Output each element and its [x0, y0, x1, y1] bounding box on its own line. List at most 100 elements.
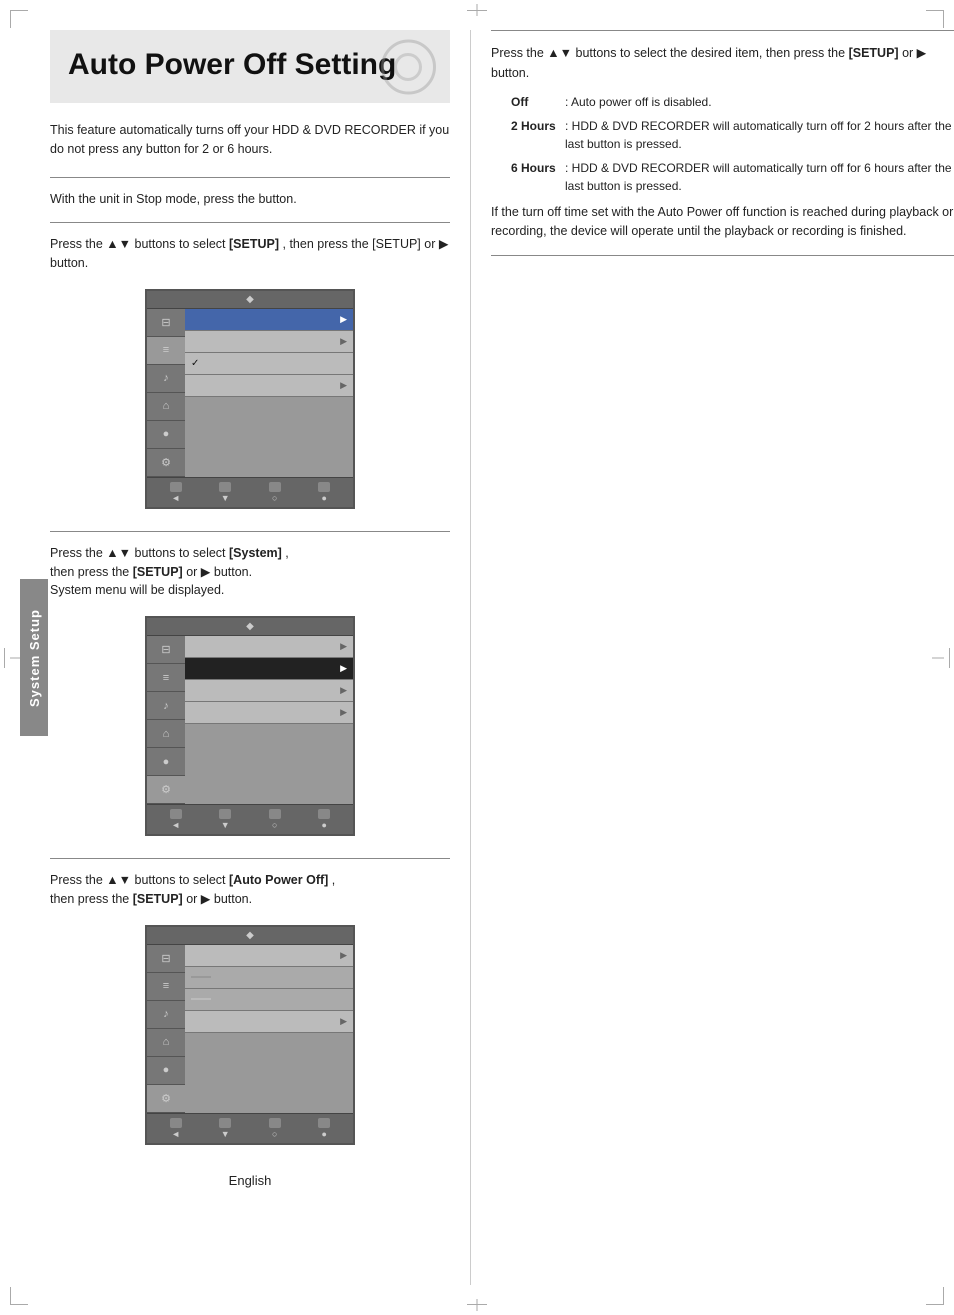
divider-1 [50, 177, 450, 178]
step-2-text4: [SETUP] [372, 237, 421, 251]
step-3-text3: then press the [50, 565, 129, 579]
right-note: If the turn off time set with the Auto P… [491, 203, 954, 241]
step-2-text2: [SETUP] [229, 237, 279, 251]
menu-row-3-1: ▶ [185, 945, 353, 967]
step-4-bold: [Auto Power Off] [229, 873, 328, 887]
menu-arrow-1-2: ▶ [340, 336, 347, 347]
menu-row-1-1: ▶ [185, 309, 353, 331]
corner-mark-tl [10, 10, 28, 28]
menu-footer-item-3: ○ [269, 482, 281, 503]
menu-screen-2: ◆ ⊟ ≡ ♪ ⌂ ● ⚙ [145, 616, 355, 836]
menu-footer-icon-2 [219, 482, 231, 492]
menu-footer-3: ◄ ▼ ○ ● [147, 1113, 353, 1143]
crosshair-mid-v [4, 648, 5, 668]
menu-body-1: ⊟ ≡ ♪ ⌂ ● ⚙ ▶ [147, 309, 353, 477]
right-step5-text: Press the ▲▼ buttons to select the desir… [491, 43, 954, 83]
menu-footer-icon-4 [318, 482, 330, 492]
menu-sidebar-3-item-4: ⌂ [147, 1029, 185, 1057]
step-4-text1: Press the ▲▼ buttons to select [50, 873, 226, 887]
menu-footer-3-item-3: ○ [269, 1118, 281, 1139]
step-3-bold2: [SETUP] [133, 565, 183, 579]
menu-sidebar-2-item-4: ⌂ [147, 720, 185, 748]
step-3-block: Press the ▲▼ buttons to select [System] … [50, 544, 450, 844]
menu-footer-2-item-3: ○ [269, 809, 281, 830]
menu-sidebar-3-item-1: ⊟ [147, 945, 185, 973]
option-2hr-row: 2 Hours : HDD & DVD RECORDER will automa… [511, 117, 954, 153]
page-title: Auto Power Off Setting [68, 48, 432, 81]
step-2-text3: , then press the [283, 237, 369, 251]
option-off-desc: : Auto power off is disabled. [565, 93, 712, 111]
divider-2 [50, 222, 450, 223]
step-2-text: Press the ▲▼ buttons to select [SETUP] ,… [50, 235, 450, 273]
menu-main-1: ▶ ▶ ✓ [185, 309, 353, 477]
menu-main-2: ▶ ▶ ▶ [185, 636, 353, 804]
corner-mark-bl [10, 1287, 28, 1305]
title-circle-inner-decoration [394, 53, 422, 81]
menu-row-2-2: ▶ [185, 658, 353, 680]
menu-sidebar-2-item-3: ♪ [147, 692, 185, 720]
menu-sidebar-item-3: ♪ [147, 365, 185, 393]
option-2hr-label: 2 Hours [511, 117, 561, 135]
right-column: Press the ▲▼ buttons to select the desir… [470, 30, 954, 1285]
menu-screen-2-wrap: ◆ ⊟ ≡ ♪ ⌂ ● ⚙ [50, 608, 450, 844]
menu-sidebar-2-item-6: ⚙ [147, 776, 185, 804]
title-section: Auto Power Off Setting [50, 30, 450, 103]
menu-footer-item-1: ◄ [170, 482, 182, 503]
menu-sidebar-item-6: ⚙ [147, 449, 185, 477]
corner-mark-br [926, 1287, 944, 1305]
menu-row-2-4: ▶ [185, 702, 353, 724]
step-4-text2: , [332, 873, 335, 887]
step-3-text: Press the ▲▼ buttons to select [System] … [50, 544, 450, 600]
intro-text: This feature automatically turns off you… [50, 121, 450, 159]
step-3-text4: or ▶ button. [186, 565, 252, 579]
corner-mark-tr [926, 10, 944, 28]
menu-arrow-1-1: ▶ [340, 314, 347, 325]
menu-row-1-2: ▶ [185, 331, 353, 353]
main-content: Auto Power Off Setting This feature auto… [50, 30, 954, 1285]
option-6hr-desc: : HDD & DVD RECORDER will automatically … [565, 159, 954, 195]
step-3-text5: System menu will be displayed. [50, 583, 224, 597]
step-2-block: Press the ▲▼ buttons to select [SETUP] ,… [50, 235, 450, 517]
step-3-text2: , [285, 546, 288, 560]
language-label: English [229, 1173, 272, 1188]
option-6hr-label: 6 Hours [511, 159, 561, 177]
menu-footer-item-4: ● [318, 482, 330, 503]
right-bottom-divider [491, 255, 954, 256]
option-off-row: Off : Auto power off is disabled. [511, 93, 954, 111]
menu-sidebar-2: ⊟ ≡ ♪ ⌂ ● ⚙ [147, 636, 185, 804]
crosshair-mid-rh [932, 657, 944, 658]
step-2-text1: Press the ▲▼ buttons to select [50, 237, 226, 251]
menu-footer-icon-3 [269, 482, 281, 492]
step-4-text3: then press the [50, 892, 129, 906]
divider-4 [50, 858, 450, 859]
option-2hr-block: 2 Hours : HDD & DVD RECORDER will automa… [511, 117, 954, 153]
menu-footer-3-item-2: ▼ [219, 1118, 231, 1139]
menu-sidebar-3-item-2: ≡ [147, 973, 185, 1001]
menu-row-3-3 [185, 989, 353, 1011]
option-off-label: Off [511, 93, 561, 111]
menu-footer-2-item-2: ▼ [219, 809, 231, 830]
menu-row-2-1: ▶ [185, 636, 353, 658]
left-column: Auto Power Off Setting This feature auto… [50, 30, 470, 1285]
menu-main-3: ▶ ▶ [185, 945, 353, 1113]
menu-diamond-1: ◆ [246, 294, 254, 305]
menu-sidebar-1: ⊟ ≡ ♪ ⌂ ● ⚙ [147, 309, 185, 477]
menu-row-1-3-label: ✓ [191, 358, 199, 369]
menu-row-1-3: ✓ [185, 353, 353, 375]
menu-sidebar-item-1: ⊟ [147, 309, 185, 337]
crosshair-bot-v [477, 1299, 478, 1311]
step-1-text: With the unit in Stop mode, press the bu… [50, 190, 450, 209]
menu-sidebar-item-5: ● [147, 421, 185, 449]
page: System Setup Auto Power Off Setting This… [0, 0, 954, 1315]
option-2hr-desc: : HDD & DVD RECORDER will automatically … [565, 117, 954, 153]
menu-header-2: ◆ [147, 618, 353, 636]
side-label: System Setup [27, 609, 42, 707]
menu-row-2-3: ▶ [185, 680, 353, 702]
menu-row-3-4: ▶ [185, 1011, 353, 1033]
menu-footer-3-item-4: ● [318, 1118, 330, 1139]
step-4-text4: or ▶ button. [186, 892, 252, 906]
menu-header-3: ◆ [147, 927, 353, 945]
option-6hr-block: 6 Hours : HDD & DVD RECORDER will automa… [511, 159, 954, 195]
menu-row-3-2 [185, 967, 353, 989]
menu-sidebar-3: ⊟ ≡ ♪ ⌂ ● ⚙ [147, 945, 185, 1113]
